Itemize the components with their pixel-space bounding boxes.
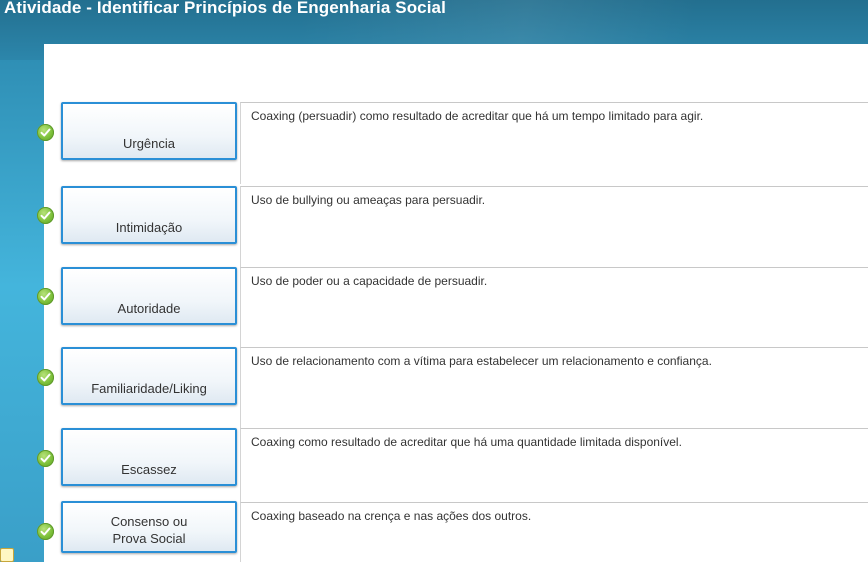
check-icon [37, 124, 54, 141]
check-icon [37, 450, 54, 467]
notes-icon[interactable] [0, 548, 14, 562]
term-label-line1: Consenso ou [110, 514, 188, 529]
term-label: Consenso ou Prova Social [111, 513, 188, 547]
description-dropzone[interactable]: Coaxing (persuadir) como resultado de ac… [240, 102, 868, 184]
term-button-intimidacao[interactable]: Intimidação [61, 186, 237, 244]
description-text: Uso de relacionamento com a vítima para … [251, 354, 712, 368]
term-label: Familiaridade/Liking [91, 381, 207, 396]
description-text: Uso de poder ou a capacidade de persuadi… [251, 274, 488, 288]
term-label: Autoridade [117, 301, 181, 316]
description-text: Coaxing como resultado de acreditar que … [251, 435, 682, 449]
page-title: Atividade - Identificar Princípios de En… [4, 0, 446, 17]
check-icon [37, 523, 54, 540]
term-button-consenso[interactable]: Consenso ou Prova Social [61, 501, 237, 553]
term-button-familiaridade[interactable]: Familiaridade/Liking [61, 347, 237, 405]
term-label: Urgência [122, 136, 176, 151]
check-icon [37, 288, 54, 305]
description-dropzone[interactable]: Uso de relacionamento com a vítima para … [240, 347, 868, 429]
description-text: Coaxing (persuadir) como resultado de ac… [251, 109, 704, 123]
term-label: Escassez [121, 462, 177, 477]
term-label: Intimidação [115, 220, 183, 235]
description-dropzone[interactable]: Uso de poder ou a capacidade de persuadi… [240, 267, 868, 349]
term-label-line2: Prova Social [112, 531, 186, 546]
term-button-urgencia[interactable]: Urgência [61, 102, 237, 160]
check-icon [37, 207, 54, 224]
term-button-autoridade[interactable]: Autoridade [61, 267, 237, 325]
description-text: Uso de bullying ou ameaças para persuadi… [251, 193, 486, 207]
description-dropzone[interactable]: Coaxing como resultado de acreditar que … [240, 428, 868, 510]
description-dropzone[interactable]: Uso de bullying ou ameaças para persuadi… [240, 186, 868, 268]
term-button-escassez[interactable]: Escassez [61, 428, 237, 486]
description-dropzone[interactable]: Coaxing baseado na crença e nas ações do… [240, 502, 868, 562]
check-icon [37, 369, 54, 386]
description-text: Coaxing baseado na crença e nas ações do… [251, 509, 532, 523]
